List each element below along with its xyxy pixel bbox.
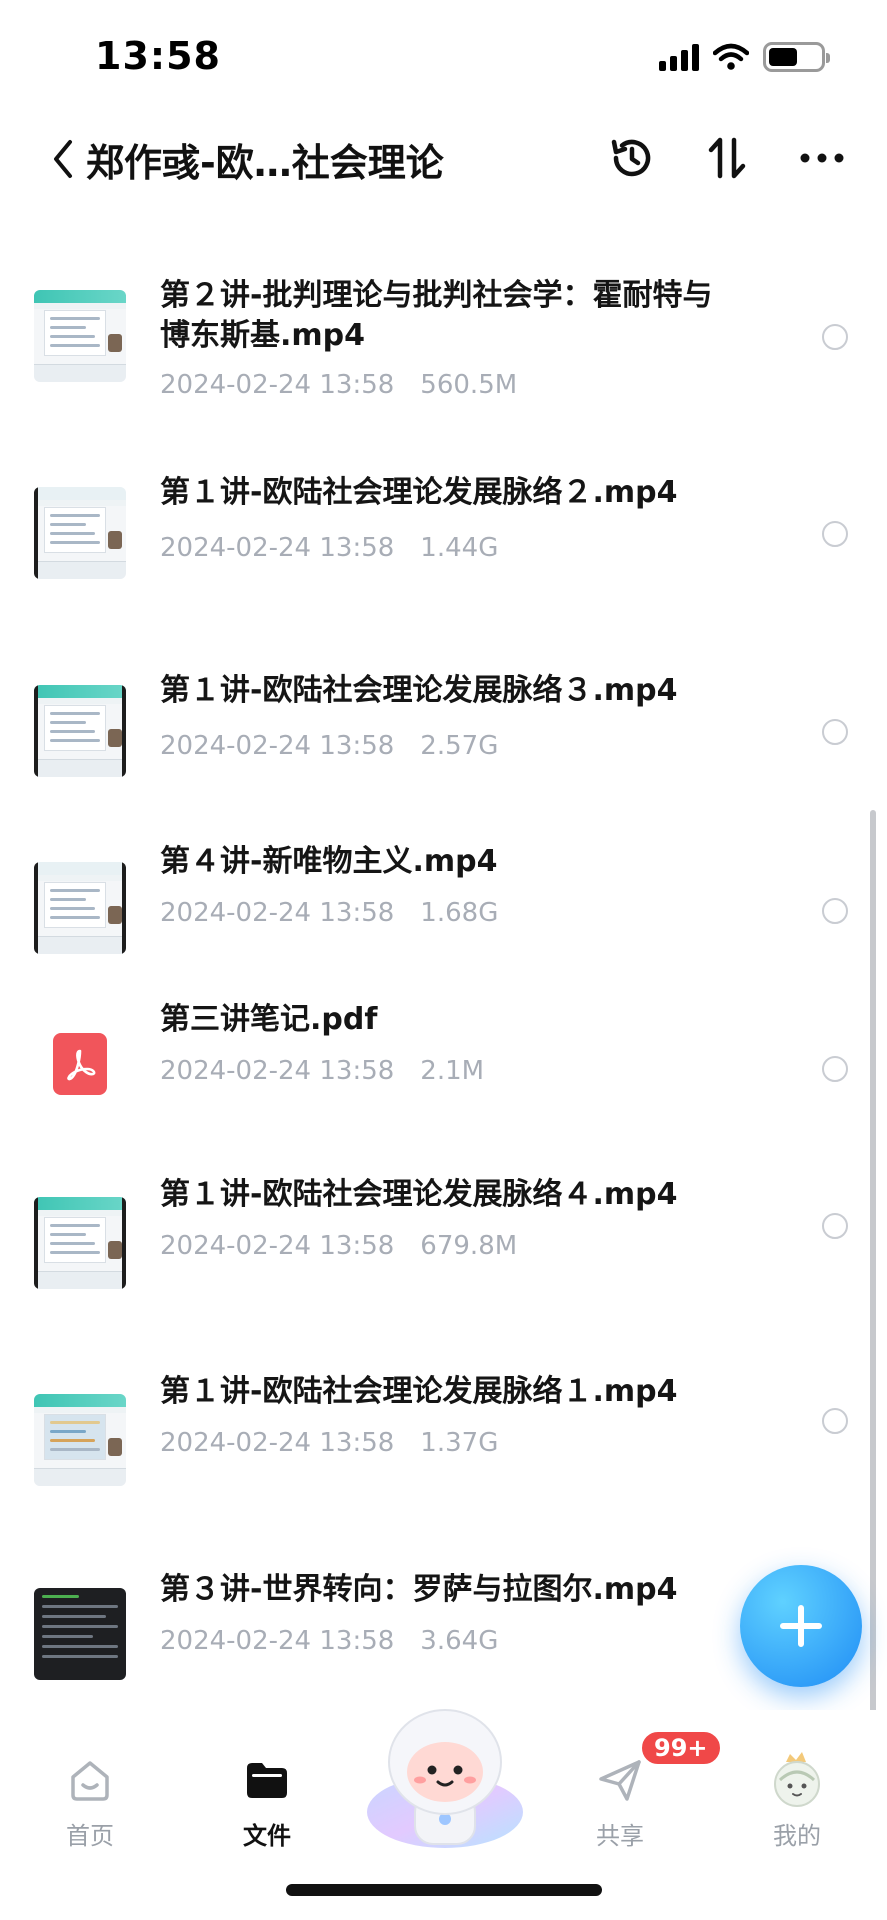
file-size: 2.1M — [420, 1056, 485, 1086]
file-size: 1.37G — [420, 1428, 499, 1458]
file-size: 1.44G — [420, 533, 499, 563]
avatar-icon — [774, 1752, 820, 1807]
tab-share-label: 共享 — [596, 1822, 644, 1850]
header: 郑作彧-欧…社会理论 — [0, 120, 887, 200]
file-row[interactable]: 第１讲-欧陆社会理论发展脉络４.mp4 2024-02-24 13:58 679.… — [0, 1175, 887, 1335]
tab-home[interactable]: 首页 — [30, 1750, 150, 1851]
status-bar: 13:58 — [0, 0, 887, 110]
select-checkbox[interactable] — [822, 898, 848, 924]
back-button[interactable] — [46, 134, 86, 184]
select-checkbox[interactable] — [822, 719, 848, 745]
file-date: 2024-02-24 13:58 — [160, 1626, 395, 1656]
video-thumbnail — [34, 1588, 126, 1680]
back-icon — [54, 140, 72, 178]
video-thumbnail — [34, 290, 126, 382]
video-thumbnail — [34, 487, 126, 579]
status-time: 13:58 — [95, 34, 221, 78]
file-row[interactable]: 第１讲-欧陆社会理论发展脉络２.mp4 2024-02-24 13:58 1.44… — [0, 437, 887, 597]
file-name: 第三讲笔记.pdf — [160, 1002, 378, 1037]
mascot-icon — [367, 1709, 523, 1848]
status-icons — [659, 42, 830, 72]
home-indicator — [286, 1884, 602, 1896]
add-button[interactable] — [740, 1565, 862, 1687]
file-date: 2024-02-24 13:58 — [160, 533, 395, 563]
file-date: 2024-02-24 13:58 — [160, 731, 395, 761]
pdf-icon — [53, 1033, 107, 1095]
video-thumbnail — [34, 862, 126, 954]
file-date: 2024-02-24 13:58 — [160, 1428, 395, 1458]
file-date: 2024-02-24 13:58 — [160, 1231, 395, 1261]
tab-files-label: 文件 — [243, 1822, 291, 1850]
sort-button[interactable] — [697, 128, 757, 188]
notification-badge: 99+ — [640, 1730, 722, 1766]
page-title: 郑作彧-欧…社会理论 — [86, 141, 444, 185]
file-name: 第３讲-世界转向：罗萨与拉图尔.mp4 — [160, 1572, 678, 1607]
history-button[interactable] — [602, 128, 662, 188]
select-checkbox[interactable] — [822, 324, 848, 350]
file-meta: 2024-02-24 13:58 560.5M — [160, 370, 517, 400]
file-name: 第１讲-欧陆社会理论发展脉络１.mp4 — [160, 1374, 678, 1409]
file-meta: 2024-02-24 13:58 1.44G — [160, 533, 498, 563]
file-meta: 2024-02-24 13:58 2.1M — [160, 1056, 484, 1086]
mascot-button[interactable] — [360, 1702, 530, 1852]
file-name: 第１讲-欧陆社会理论发展脉络２.mp4 — [160, 475, 678, 510]
file-row[interactable]: 第三讲笔记.pdf 2024-02-24 13:58 2.1M — [0, 978, 887, 1138]
video-thumbnail — [34, 685, 126, 777]
file-meta: 2024-02-24 13:58 679.8M — [160, 1231, 517, 1261]
tab-mine-label: 我的 — [773, 1822, 821, 1850]
file-row[interactable]: 第１讲-欧陆社会理论发展脉络３.mp4 2024-02-24 13:58 2.57… — [0, 635, 887, 795]
tab-files[interactable]: 文件 — [207, 1750, 327, 1851]
tab-mine[interactable]: 我的 — [737, 1750, 857, 1851]
folder-icon — [247, 1763, 287, 1798]
file-size: 3.64G — [420, 1626, 499, 1656]
battery-icon — [763, 42, 830, 72]
select-checkbox[interactable] — [822, 1056, 848, 1082]
plus-icon — [780, 1605, 822, 1647]
scrollbar[interactable] — [870, 810, 876, 1720]
sort-icon — [708, 137, 746, 179]
file-size: 560.5M — [420, 370, 518, 400]
select-checkbox[interactable] — [822, 1213, 848, 1239]
file-date: 2024-02-24 13:58 — [160, 898, 395, 928]
select-checkbox[interactable] — [822, 521, 848, 547]
file-name: 第１讲-欧陆社会理论发展脉络３.mp4 — [160, 673, 678, 708]
file-name: 第１讲-欧陆社会理论发展脉络４.mp4 — [160, 1177, 678, 1212]
file-date: 2024-02-24 13:58 — [160, 1056, 395, 1086]
send-icon — [599, 1760, 641, 1801]
video-thumbnail — [34, 1394, 126, 1486]
pdf-thumbnail — [34, 1018, 126, 1110]
history-icon — [611, 139, 651, 177]
file-size: 1.68G — [420, 898, 499, 928]
signal-icon — [659, 43, 699, 71]
file-name: 第２讲-批判理论与批判社会学：霍耐特与博东斯基.mp4 — [160, 278, 713, 353]
file-name: 第４讲-新唯物主义.mp4 — [160, 844, 498, 879]
file-row[interactable]: 第４讲-新唯物主义.mp4 2024-02-24 13:58 1.68G — [0, 820, 887, 980]
file-meta: 2024-02-24 13:58 2.57G — [160, 731, 498, 761]
file-size: 679.8M — [420, 1231, 518, 1261]
file-meta: 2024-02-24 13:58 1.37G — [160, 1428, 498, 1458]
home-icon — [71, 1761, 109, 1801]
file-size: 2.57G — [420, 731, 499, 761]
file-row[interactable]: 第１讲-欧陆社会理论发展脉络１.mp4 2024-02-24 13:58 1.37… — [0, 1372, 887, 1532]
select-checkbox[interactable] — [822, 1408, 848, 1434]
file-meta: 2024-02-24 13:58 3.64G — [160, 1626, 498, 1656]
file-date: 2024-02-24 13:58 — [160, 370, 395, 400]
tab-home-label: 首页 — [66, 1822, 114, 1850]
file-meta: 2024-02-24 13:58 1.68G — [160, 898, 498, 928]
more-icon — [800, 153, 844, 163]
video-thumbnail — [34, 1197, 126, 1289]
file-row[interactable]: 第２讲-批判理论与批判社会学：霍耐特与博东斯基.mp4 2024-02-24 1… — [0, 240, 887, 400]
more-button[interactable] — [792, 128, 852, 188]
wifi-icon — [713, 43, 749, 70]
